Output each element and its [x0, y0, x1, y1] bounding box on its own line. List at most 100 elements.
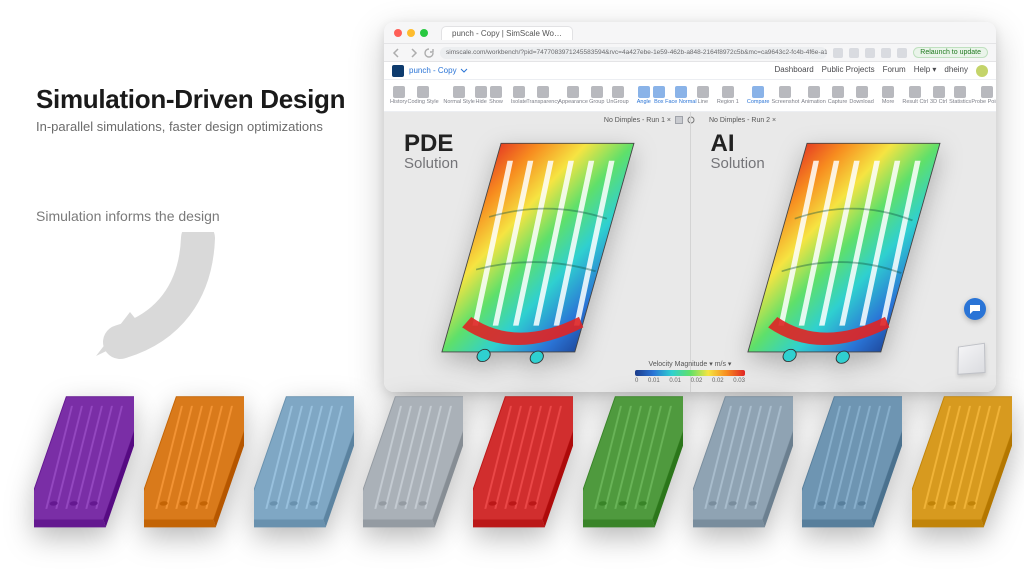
back-icon[interactable]	[392, 48, 402, 58]
subhead: In-parallel simulations, faster design o…	[36, 119, 345, 134]
extension-icon[interactable]	[833, 48, 843, 58]
project-name[interactable]: punch - Copy	[409, 66, 457, 75]
tool-label: Screenshot	[771, 99, 799, 105]
header-link-dashboard[interactable]: Dashboard	[775, 65, 814, 77]
toolbar-region-1[interactable]: Region 1	[717, 86, 739, 105]
tool-label: More	[882, 99, 895, 105]
toolbar-result-ctrl[interactable]: Result Ctrl	[902, 86, 928, 105]
headline: Simulation-Driven Design	[36, 84, 345, 115]
toolbar-isolate[interactable]: Isolate	[511, 86, 527, 105]
browser-window: punch - Copy | SimScale Wo… simscale.com…	[384, 22, 996, 392]
tool-label: Coding Style	[408, 99, 439, 105]
toolbar-normal-style[interactable]: Normal Style	[445, 86, 473, 105]
design-variant-row	[34, 367, 1012, 537]
tool-icon	[591, 86, 603, 98]
tool-label: Transparency	[526, 99, 559, 105]
tool-label: Statistics	[949, 99, 971, 105]
tool-icon	[612, 86, 624, 98]
address-bar-row: simscale.com/workbench/?pid=747708397124…	[384, 44, 996, 62]
help-button[interactable]	[964, 298, 986, 320]
forward-icon[interactable]	[408, 48, 418, 58]
toolbar-compare[interactable]: Compare	[747, 86, 770, 105]
tool-icon	[808, 86, 820, 98]
header-link-forum[interactable]: Forum	[883, 65, 906, 77]
design-variant-plate	[693, 387, 793, 537]
toolbar-coding-style[interactable]: Coding Style	[409, 86, 437, 105]
toolbar-transparency[interactable]: Transparency	[529, 86, 557, 105]
toolbar-face-normal[interactable]: Face Normal	[667, 86, 695, 105]
tool-icon	[513, 86, 525, 98]
design-variant-plate	[363, 387, 463, 537]
tool-label: Probe Points	[971, 99, 996, 105]
tool-icon	[475, 86, 487, 98]
relaunch-button[interactable]: Relaunch to update	[913, 47, 988, 58]
toolbar-hide[interactable]: Hide	[475, 86, 487, 105]
toolbar-group[interactable]: Group	[589, 86, 604, 105]
minimize-icon[interactable]	[407, 29, 415, 37]
reload-icon[interactable]	[424, 48, 434, 58]
toolbar-screenshot[interactable]: Screenshot	[771, 86, 799, 105]
tool-label: History	[390, 99, 407, 105]
toolbar-ungroup[interactable]: UnGroup	[606, 86, 628, 105]
extension-icon[interactable]	[897, 48, 907, 58]
toolbar-angle[interactable]: Angle	[637, 86, 651, 105]
tool-icon	[653, 86, 665, 98]
extension-icon[interactable]	[865, 48, 875, 58]
tool-label: Region 1	[717, 99, 739, 105]
toolbar-3d-ctrl[interactable]: 3D Ctrl	[930, 86, 947, 105]
toolbar-animation[interactable]: Animation	[801, 86, 825, 105]
tool-label: Face Normal	[665, 99, 696, 105]
design-variant-plate	[802, 387, 902, 537]
chevron-down-icon[interactable]	[460, 67, 468, 75]
tool-label: Line	[698, 99, 708, 105]
result-pane-right[interactable]: AI Solution	[690, 112, 997, 392]
tool-label: Show	[489, 99, 503, 105]
toolbar-history[interactable]: History	[390, 86, 407, 105]
tool-label: Compare	[747, 99, 770, 105]
tool-label: Animation	[801, 99, 825, 105]
toolbar-appearance[interactable]: Appearance	[559, 86, 587, 105]
design-variant-plate	[912, 387, 1012, 537]
toolbar-capture[interactable]: Capture	[828, 86, 848, 105]
toolbar-more[interactable]: More	[882, 86, 895, 105]
tool-icon	[417, 86, 429, 98]
design-variant-plate	[583, 387, 683, 537]
browser-tab[interactable]: punch - Copy | SimScale Wo…	[441, 26, 573, 40]
zoom-icon[interactable]	[420, 29, 428, 37]
browser-tab-strip: punch - Copy | SimScale Wo…	[384, 22, 996, 44]
avatar[interactable]	[976, 65, 988, 77]
toolbar-show[interactable]: Show	[489, 86, 503, 105]
window-controls[interactable]	[394, 29, 428, 37]
toolbar-download[interactable]: Download	[849, 86, 873, 105]
tool-icon	[832, 86, 844, 98]
design-variant-plate	[34, 387, 134, 537]
design-variant-plate	[254, 387, 354, 537]
toolbar-line[interactable]: Line	[697, 86, 709, 105]
toolbar-box[interactable]: Box	[653, 86, 665, 105]
tool-icon	[909, 86, 921, 98]
tool-label: Group	[589, 99, 604, 105]
tool-icon	[567, 86, 579, 98]
header-link-help[interactable]: Help ▾	[914, 65, 937, 77]
chat-icon	[969, 303, 981, 315]
tool-icon	[933, 86, 945, 98]
tool-label: UnGroup	[606, 99, 628, 105]
tool-label: Capture	[828, 99, 848, 105]
header-link-user[interactable]: dheiny	[944, 65, 968, 77]
tool-icon	[393, 86, 405, 98]
header-link-public-projects[interactable]: Public Projects	[822, 65, 875, 77]
extension-icon[interactable]	[849, 48, 859, 58]
extension-icon[interactable]	[881, 48, 891, 58]
tool-label: Download	[849, 99, 873, 105]
toolbar-statistics[interactable]: Statistics	[949, 86, 971, 105]
tool-label: Hide	[475, 99, 486, 105]
result-pane-left[interactable]: PDE Solution	[384, 112, 690, 392]
tool-icon	[722, 86, 734, 98]
app-logo-icon[interactable]	[392, 65, 404, 77]
tool-label: Result Ctrl	[902, 99, 928, 105]
toolbar-probe-points[interactable]: Probe Points	[973, 86, 996, 105]
tool-icon	[675, 86, 687, 98]
close-icon[interactable]	[394, 29, 402, 37]
tool-label: 3D Ctrl	[930, 99, 947, 105]
url-input[interactable]: simscale.com/workbench/?pid=747708397124…	[440, 47, 827, 59]
